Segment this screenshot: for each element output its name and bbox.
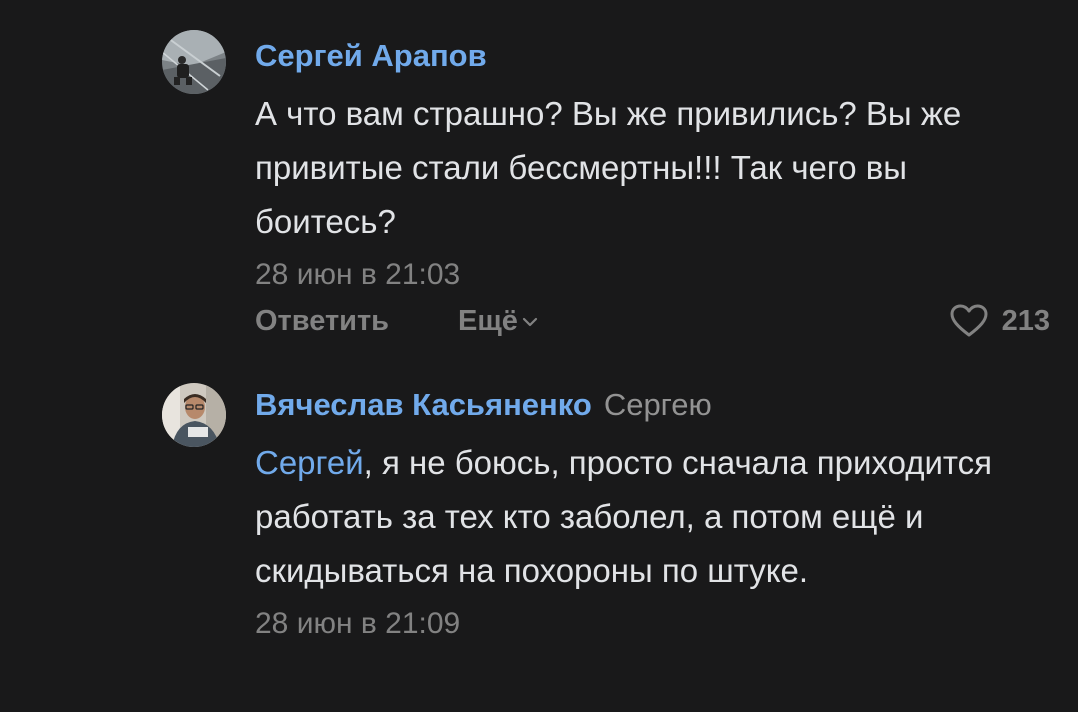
comment-timestamp[interactable]: 28 июн в 21:03 [255,255,1055,295]
comment-timestamp[interactable]: 28 июн в 21:09 [255,604,1055,644]
comment-text-body: , я не боюсь, просто сначала приходится … [255,444,993,589]
author-name[interactable]: Вячеслав Касьяненко [255,387,592,422]
reply-button[interactable]: Ответить [255,301,389,341]
comments-screen: Сергей Арапов А что вам страшно? Вы же п… [0,0,1078,712]
avatar[interactable] [162,30,226,94]
comment-text-body: А что вам страшно? Вы же привились? Вы ж… [255,95,962,240]
mention-link[interactable]: Сергей [255,444,364,481]
more-label: Ещё [458,305,518,337]
more-button[interactable]: Ещё [458,301,538,341]
avatar-photo [162,30,226,94]
author-name[interactable]: Сергей Арапов [255,38,487,73]
comment-text: А что вам страшно? Вы же привились? Вы ж… [255,87,1055,249]
comment-actions: Ответить Ещё 213 [255,301,1050,341]
comment-author-line: Сергей Арапов [255,36,1055,76]
chevron-down-icon [522,318,538,327]
heart-icon [950,304,988,337]
reply-to-name[interactable]: Сергею [604,387,712,422]
like-button[interactable]: 213 [950,301,1050,341]
comment-text: Сергей, я не боюсь, просто сначала прихо… [255,436,1055,598]
avatar[interactable] [162,383,226,447]
like-count: 213 [1001,304,1050,337]
avatar-photo [162,383,226,447]
comment-author-line: Вячеслав Касьяненко Сергею [255,385,1055,425]
